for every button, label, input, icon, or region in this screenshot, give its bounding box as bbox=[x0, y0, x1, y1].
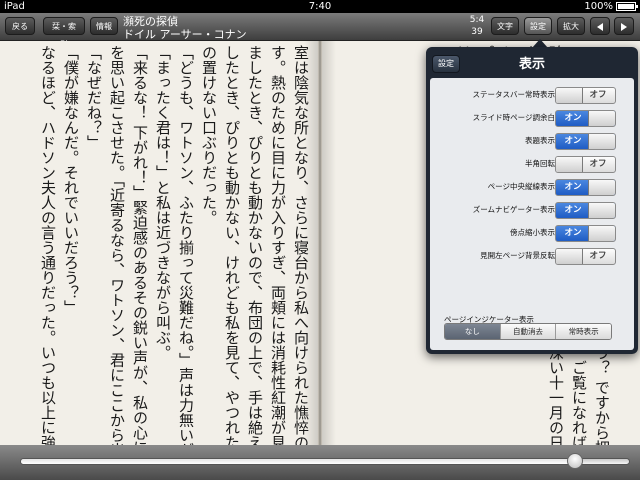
bookmarks-index-button[interactable]: 栞・索引 bbox=[43, 17, 85, 49]
page-slider-bar bbox=[0, 445, 640, 480]
toggle-state-text: オン bbox=[564, 228, 582, 238]
toggle-knob bbox=[588, 226, 615, 241]
left-page[interactable]: 室は陰気な所となり、さらに寝台から私へ向けられた憔悴の顔が、私の肝を冷や す。熱の… bbox=[0, 41, 318, 445]
settings-row-label: ズームナビゲーター表示 bbox=[472, 205, 555, 214]
left-page-text: 室は陰気な所となり、さらに寝台から私へ向けられた憔悴の顔が、私の肝を冷や す。熱の… bbox=[2, 45, 312, 445]
left-page-text-line: ましたとき、ぴりとも動かないので、布団の上で、手は絶えず痙攣し、声も枯れて途切れ… bbox=[246, 45, 264, 445]
indicator-option-always[interactable]: 常時表示 bbox=[556, 324, 611, 339]
page-slider-thumb[interactable] bbox=[567, 453, 584, 469]
left-page-text-line: 「どうも、ワトソン、ふたり揃って災難だね。」声は力無いが、いつもの通りの気 bbox=[177, 45, 195, 445]
settings-row: ステータスバー常時表示 オフ bbox=[430, 84, 634, 106]
toggle-knob bbox=[588, 134, 615, 149]
indicator-option-auto-hide[interactable]: 自動消去 bbox=[500, 324, 557, 339]
left-page-text-line: の置けない口ぶりだった。 bbox=[200, 45, 218, 225]
settings-toggle[interactable]: オフ bbox=[555, 87, 616, 104]
battery-status: 100% bbox=[584, 0, 638, 13]
zoom-button[interactable]: 拡大 bbox=[557, 17, 585, 35]
left-page-text-line: 「まったく君は！」と私は近づきながら叫ぶ。 bbox=[154, 45, 172, 360]
settings-toggle[interactable]: オン bbox=[555, 133, 616, 150]
triangle-right-icon bbox=[621, 23, 627, 31]
left-page-text-line: したとき、ぴりとも動かない、けれども私を見て、やつれた姿を目が反応したので、気づ… bbox=[223, 45, 241, 445]
settings-button[interactable]: 設定 bbox=[524, 17, 552, 35]
settings-toggle[interactable]: オフ bbox=[555, 156, 616, 173]
popover-title: 表示 bbox=[518, 57, 545, 72]
settings-toggle[interactable]: オン bbox=[555, 225, 616, 242]
popover-body: ステータスバー常時表示 オフ スライド時ページ調余白 オン 表題表示 オン 半角回転 オフ ペー… bbox=[430, 78, 634, 350]
next-page-button[interactable] bbox=[614, 17, 634, 35]
settings-row-label: ページ中央縦線表示 bbox=[487, 182, 555, 191]
page-indicator: 5:4 39 bbox=[466, 14, 488, 38]
left-page-text-line: 「来るな！ 下がれ！」緊迫感のあるその鋭い声が、私の心に「危篤」の二文字 bbox=[131, 45, 149, 445]
text-settings-button[interactable]: 文字 bbox=[491, 17, 519, 35]
info-button[interactable]: 情報 bbox=[90, 17, 118, 35]
settings-row: ページ中央縦線表示 オン bbox=[430, 176, 634, 198]
settings-row: 見開左ページ背景反転 オフ bbox=[430, 245, 634, 267]
battery-percent: 100% bbox=[584, 1, 613, 12]
left-page-text-line: 「僕が嫌なんだ。それでいいだろう？」 bbox=[62, 45, 80, 315]
toggle-state-text: オフ bbox=[589, 90, 607, 100]
settings-row-label: 表題表示 bbox=[525, 136, 555, 145]
toggle-state-text: オン bbox=[564, 136, 582, 146]
reader-toolbar: 戻る 栞・索引 情報 瀕死の探偵 ドイル アーサー・コナン 5:4 39 文字 … bbox=[0, 13, 640, 49]
settings-row: ズームナビゲーター表示 オン bbox=[430, 199, 634, 221]
book-author: ドイル アーサー・コナン bbox=[123, 28, 247, 41]
battery-icon bbox=[616, 2, 638, 11]
settings-toggle[interactable]: オフ bbox=[555, 248, 616, 265]
left-page-text-line: を思い起こさせた。「近寄るなら、ワトソン、君にここから出てもらう。」 bbox=[108, 45, 126, 445]
toggle-knob bbox=[588, 111, 615, 126]
page-slider-track[interactable] bbox=[20, 458, 630, 465]
settings-row-label: ステータスバー常時表示 bbox=[472, 90, 556, 99]
indicator-segmented-control: なし 自動消去 常時表示 bbox=[444, 323, 612, 340]
settings-row-label: 見開左ページ背景反転 bbox=[480, 251, 555, 260]
popover-header: 設定 表示 bbox=[426, 47, 638, 77]
settings-toggle[interactable]: オン bbox=[555, 202, 616, 219]
left-page-text-line: 室は陰気な所となり、さらに寝台から私へ向けられた憔悴の顔が、私の肝を冷や bbox=[292, 45, 310, 445]
left-page-text-line: す。熱のために目に力が入りすぎ、両頬には消耗性紅潮が見られ、唇は変色し bbox=[269, 45, 287, 445]
settings-row: 半角回転 オフ bbox=[430, 153, 634, 175]
toggle-state-text: オン bbox=[564, 205, 582, 215]
toggle-knob bbox=[556, 157, 583, 172]
settings-toggle[interactable]: オン bbox=[555, 179, 616, 196]
settings-row-label: 傍点縮小表示 bbox=[510, 228, 555, 237]
settings-toggle[interactable]: オン bbox=[555, 110, 616, 127]
toggle-knob bbox=[556, 88, 583, 103]
settings-row: 表題表示 オン bbox=[430, 130, 634, 152]
page-total: 39 bbox=[471, 27, 483, 37]
toggle-state-text: オフ bbox=[589, 159, 607, 169]
page-current: 5:4 bbox=[469, 15, 485, 25]
settings-row: スライド時ページ調余白 オン bbox=[430, 107, 634, 129]
back-button[interactable]: 戻る bbox=[5, 17, 35, 35]
settings-row-label: スライド時ページ調余白 bbox=[472, 113, 555, 122]
toggle-knob bbox=[588, 180, 615, 195]
toggle-state-text: オン bbox=[564, 113, 582, 123]
toggle-state-text: オン bbox=[564, 182, 582, 192]
left-page-text-line: なるほど、ハドソン夫人の言う通りだった。いつも以上に強情だ。とはいえ bbox=[39, 45, 57, 445]
settings-row: 傍点縮小表示 オン bbox=[430, 222, 634, 244]
clock: 7:40 bbox=[308, 1, 332, 12]
prev-page-button[interactable] bbox=[590, 17, 610, 35]
left-page-text-line: 「なぜだね？」 bbox=[85, 45, 103, 150]
display-settings-popover: 設定 表示 ステータスバー常時表示 オフ スライド時ページ調余白 オン 表題表示 オン 半角… bbox=[426, 47, 638, 354]
indicator-option-none[interactable]: なし bbox=[445, 324, 501, 339]
toggle-state-text: オフ bbox=[589, 251, 607, 261]
page-slider-fill bbox=[21, 459, 575, 464]
settings-row-label: 半角回転 bbox=[525, 159, 555, 168]
status-bar: iPad 7:40 100% bbox=[0, 0, 640, 13]
toggle-knob bbox=[588, 203, 615, 218]
toggle-knob bbox=[556, 249, 583, 264]
triangle-left-icon bbox=[597, 23, 603, 31]
